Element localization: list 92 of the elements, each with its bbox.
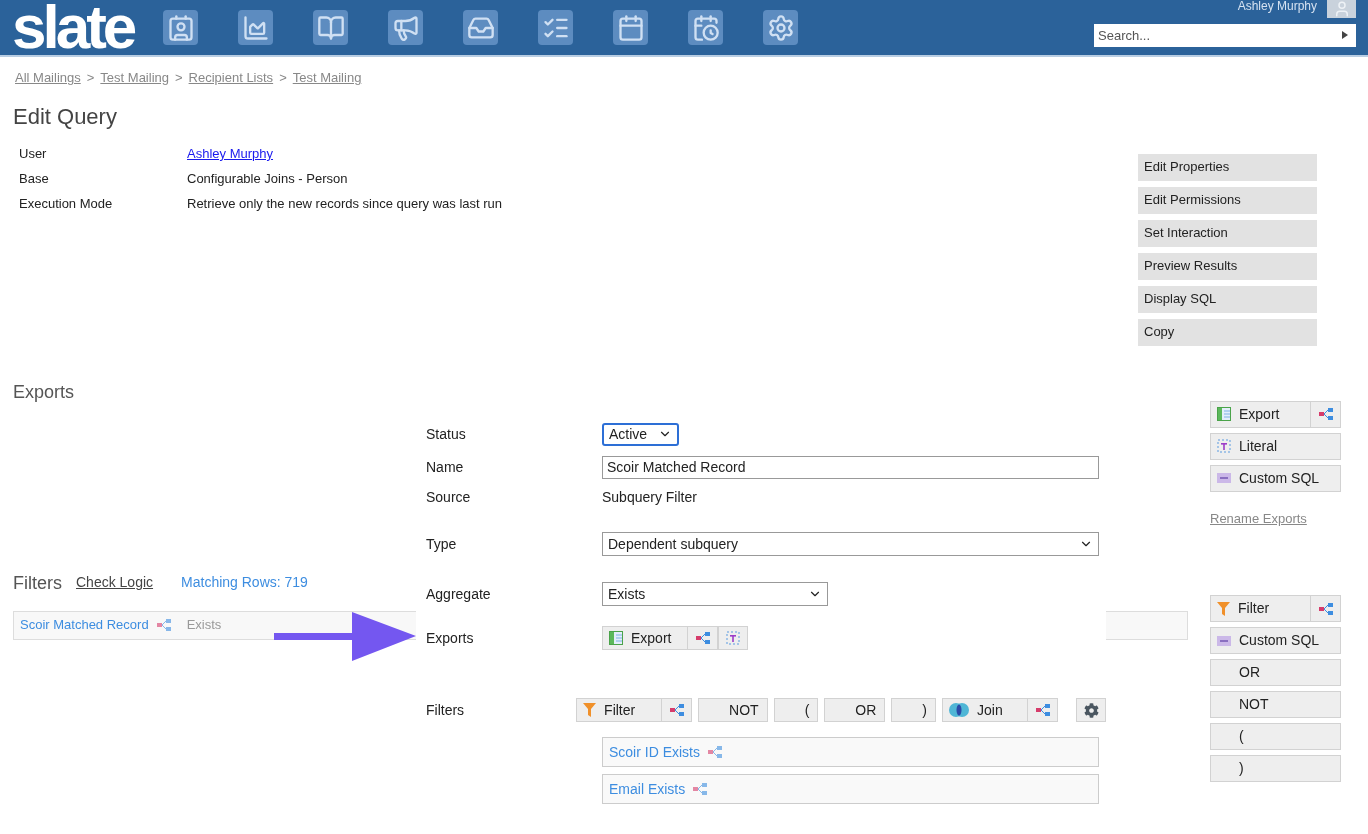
- contact-card-icon[interactable]: [163, 10, 199, 45]
- field-label: Source: [425, 487, 472, 507]
- tool-button[interactable]: Export: [1210, 400, 1311, 428]
- tool-button[interactable]: Custom SQL: [1210, 627, 1341, 654]
- name-field[interactable]: Scoir Matched Record: [602, 455, 1099, 479]
- filter-operator: Exists: [186, 616, 222, 635]
- aggregate-dropdown[interactable]: Exists: [602, 582, 828, 606]
- field-label: Type: [425, 534, 458, 554]
- book-icon[interactable]: [313, 10, 349, 45]
- tool-button[interactable]: Custom SQL: [1210, 464, 1341, 492]
- share-button[interactable]: [662, 698, 693, 722]
- share-button[interactable]: [1311, 400, 1341, 428]
- share-icon: [693, 783, 708, 795]
- matching-rows-count: Matching Rows: 719: [181, 573, 308, 592]
- breadcrumb-link[interactable]: Test Mailing: [292, 68, 362, 88]
- tool-button[interactable]: OR: [1210, 659, 1341, 686]
- share-button[interactable]: [688, 626, 718, 650]
- source-value: Subquery Filter: [602, 487, 697, 507]
- property-label: Execution Mode: [19, 195, 114, 214]
- action-button[interactable]: Edit Properties: [1138, 153, 1317, 181]
- property-value: Retrieve only the new records since query was last run: [187, 195, 503, 214]
- table-icon: [1217, 407, 1231, 421]
- property-label: User: [19, 145, 48, 164]
- share-icon: [156, 619, 171, 631]
- action-button[interactable]: Edit Permissions: [1138, 186, 1317, 214]
- share-icon: [1318, 602, 1333, 615]
- type-dropdown[interactable]: Dependent subquery: [602, 532, 1099, 556]
- breadcrumb-separator: >: [175, 69, 183, 87]
- tool-button[interactable]: Literal: [1210, 432, 1341, 460]
- field-label: Filters: [425, 700, 466, 720]
- list-icon[interactable]: [538, 10, 574, 45]
- breadcrumb-link[interactable]: Test Mailing: [100, 68, 169, 88]
- tool-button[interactable]: Export: [602, 626, 688, 650]
- status-dropdown[interactable]: Active: [602, 422, 679, 446]
- tool-button[interactable]: Filter: [576, 698, 663, 722]
- field-label: Aggregate: [425, 584, 492, 604]
- tool-button[interactable]: ): [1210, 755, 1341, 782]
- tool-button[interactable]: ): [891, 698, 936, 722]
- tool-button[interactable]: (: [773, 698, 819, 722]
- share-icon: [669, 704, 684, 716]
- settings-button[interactable]: [1076, 698, 1106, 722]
- share-icon: [1318, 408, 1333, 420]
- logo[interactable]: slate: [12, 0, 134, 55]
- share-icon: [695, 632, 710, 644]
- field-label: Name: [425, 457, 465, 477]
- join-icon: [949, 703, 969, 717]
- text-box-icon: [726, 631, 740, 645]
- text-box-icon: [1217, 439, 1231, 453]
- share-icon: [1035, 704, 1050, 716]
- table-icon: [609, 631, 623, 645]
- area-chart-icon[interactable]: [238, 10, 274, 45]
- funnel-icon: [1217, 601, 1230, 616]
- tool-button[interactable]: (: [1210, 723, 1341, 750]
- breadcrumb-link[interactable]: All Mailings: [15, 68, 81, 88]
- property-label: Base: [19, 170, 50, 189]
- share-icon: [708, 746, 722, 758]
- tool-button[interactable]: OR: [824, 698, 886, 722]
- sql-icon: [1217, 633, 1231, 648]
- search-field[interactable]: Search...: [1094, 24, 1356, 47]
- user-link[interactable]: Ashley Murphy: [187, 144, 273, 164]
- share-button[interactable]: [1028, 698, 1058, 722]
- section-heading: Exports: [13, 381, 76, 402]
- action-button[interactable]: Preview Results: [1138, 252, 1317, 280]
- settings-icon: [1083, 702, 1099, 718]
- literal-button[interactable]: [718, 626, 748, 650]
- tool-button[interactable]: NOT: [1210, 691, 1341, 718]
- property-value: Configurable Joins - Person: [187, 170, 348, 189]
- section-heading: Filters: [13, 571, 62, 594]
- page-title: Edit Query: [13, 103, 118, 130]
- calendar-icon[interactable]: [613, 10, 649, 45]
- user-name[interactable]: Ashley Murphy: [1237, 0, 1317, 12]
- rename-exports-link[interactable]: Rename Exports: [1210, 508, 1341, 528]
- breadcrumb-separator: >: [279, 69, 287, 87]
- action-button[interactable]: Display SQL: [1138, 285, 1317, 313]
- tool-button[interactable]: Filter: [1210, 595, 1311, 622]
- megaphone-icon[interactable]: [388, 10, 424, 45]
- tool-button[interactable]: NOT: [698, 698, 768, 722]
- action-button[interactable]: Set Interaction: [1138, 219, 1317, 247]
- check-logic-link[interactable]: Check Logic: [76, 572, 154, 593]
- field-label: Exports: [425, 628, 475, 648]
- settings-icon[interactable]: [763, 10, 799, 45]
- tool-button[interactable]: Join: [942, 698, 1028, 722]
- calendar-clock-icon[interactable]: [688, 10, 724, 45]
- funnel-icon: [583, 703, 597, 717]
- play-icon: [1342, 31, 1348, 39]
- breadcrumb-link[interactable]: Recipient Lists: [188, 68, 274, 88]
- field-label: Status: [425, 424, 467, 444]
- share-button[interactable]: [1311, 595, 1341, 622]
- sql-icon: [1217, 471, 1231, 485]
- breadcrumb-separator: >: [86, 69, 95, 87]
- action-button[interactable]: Copy: [1138, 318, 1317, 346]
- inbox-icon[interactable]: [463, 10, 499, 45]
